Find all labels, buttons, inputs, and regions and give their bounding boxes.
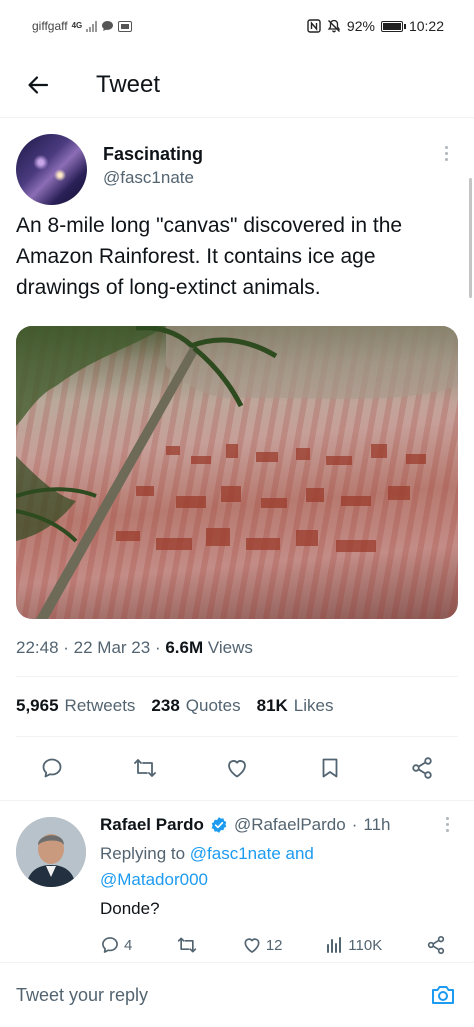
bookmark-icon xyxy=(322,758,337,778)
back-arrow-icon xyxy=(28,75,49,94)
top-app-bar: Tweet xyxy=(0,52,474,118)
heart-icon xyxy=(228,760,246,778)
battery-icon xyxy=(380,20,406,32)
reply-text: Donde? xyxy=(100,899,160,918)
reply-action-bar: 4 12 110K xyxy=(100,935,446,955)
status-right: 92% 10:22 xyxy=(307,18,444,34)
reply-author-handle[interactable]: @RafaelPardo xyxy=(234,815,346,835)
likes-label: Likes xyxy=(293,696,334,715)
person-photo xyxy=(16,817,86,887)
engagement-stats: 5,965 Retweets 238 Quotes 81K Likes xyxy=(16,696,333,716)
network-type: 4G xyxy=(71,21,83,30)
camera-icon xyxy=(432,986,454,1004)
author-name[interactable]: Fascinating xyxy=(103,144,203,165)
camera-button[interactable] xyxy=(428,980,458,1010)
mute-bell-icon xyxy=(327,19,341,33)
scrollbar[interactable] xyxy=(469,178,472,298)
reply-views-count: 110K xyxy=(348,936,383,954)
author-avatar[interactable] xyxy=(16,134,87,205)
reply-more-options-button[interactable] xyxy=(442,817,452,839)
retweet-icon xyxy=(177,937,197,953)
reply-icon xyxy=(102,937,118,953)
divider xyxy=(16,736,458,737)
tweet-action-bar xyxy=(16,746,458,790)
bookmark-button[interactable] xyxy=(312,750,348,786)
sim-card-icon xyxy=(118,20,133,32)
reply-time: 11h xyxy=(363,815,391,834)
status-bar: giffgaff 4G 92% 10:22 xyxy=(0,0,474,52)
meta-separator: · xyxy=(63,638,74,657)
share-icon xyxy=(412,757,432,779)
replying-to: Replying to @fasc1nate and @Matador000 xyxy=(100,841,400,893)
reply-tweet[interactable]: Rafael Pardo @RafaelPardo · 11h Replying… xyxy=(0,800,474,960)
reply-author-name[interactable]: Rafael Pardo xyxy=(100,815,204,835)
reply-views-button[interactable]: 110K xyxy=(326,936,382,954)
reply-header: Rafael Pardo @RafaelPardo · 11h xyxy=(100,815,390,835)
tweet-author: Fascinating @fasc1nate xyxy=(16,134,458,205)
meta-separator: · xyxy=(154,638,166,657)
reply-like-count: 12 xyxy=(265,936,283,954)
tweet-text: An 8-mile long "canvas" discovered in th… xyxy=(16,214,403,299)
tweet-time: 22:48 xyxy=(16,638,59,657)
rock-art-photo xyxy=(16,326,458,619)
reply-author-avatar[interactable] xyxy=(16,817,86,887)
back-button[interactable] xyxy=(18,65,58,105)
clock: 10:22 xyxy=(408,18,444,34)
meta-separator: · xyxy=(351,815,358,834)
retweet-button[interactable] xyxy=(127,750,163,786)
status-left: giffgaff 4G xyxy=(32,19,133,33)
share-button[interactable] xyxy=(404,750,440,786)
tweet-date: 22 Mar 23 xyxy=(73,638,151,657)
page-title: Tweet xyxy=(96,70,161,98)
reply-share-button[interactable] xyxy=(426,935,446,955)
views-label: Views xyxy=(207,638,253,657)
verified-badge-icon xyxy=(211,817,227,833)
carrier-label: giffgaff xyxy=(32,19,68,33)
retweets-label: Retweets xyxy=(64,696,136,715)
quotes-stat[interactable]: 238 Quotes xyxy=(151,696,240,716)
replying-prefix: Replying to xyxy=(100,844,186,863)
heart-icon xyxy=(244,938,260,953)
reply-icon xyxy=(42,758,62,778)
reply-like-button[interactable]: 12 xyxy=(242,935,283,955)
like-button[interactable] xyxy=(219,750,255,786)
signal-icon xyxy=(86,20,98,32)
reply-composer xyxy=(0,962,474,1027)
reply-reply-count: 4 xyxy=(124,936,133,954)
views-count: 6.6M xyxy=(165,638,204,657)
chat-bubble-icon xyxy=(102,21,114,31)
likes-count: 81K xyxy=(256,696,288,715)
retweets-count: 5,965 xyxy=(16,696,59,715)
author-handle[interactable]: @fasc1nate xyxy=(103,168,194,188)
reply-reply-button[interactable]: 4 xyxy=(100,935,132,955)
nfc-icon xyxy=(307,19,321,33)
reply-input[interactable] xyxy=(16,984,428,1006)
reply-retweet-button[interactable] xyxy=(176,935,198,955)
share-icon xyxy=(427,936,445,955)
bar-chart-icon xyxy=(327,937,342,953)
more-options-button[interactable] xyxy=(436,146,456,170)
reply-button[interactable] xyxy=(34,750,70,786)
quotes-count: 238 xyxy=(151,696,180,715)
retweets-stat[interactable]: 5,965 Retweets xyxy=(16,696,135,716)
quotes-label: Quotes xyxy=(185,696,241,715)
likes-stat[interactable]: 81K Likes xyxy=(257,696,334,716)
retweet-icon xyxy=(133,759,156,777)
divider xyxy=(16,676,458,677)
tweet-photo[interactable] xyxy=(16,326,458,619)
battery-percent: 92% xyxy=(346,18,375,34)
tweet-timestamp: 22:48 · 22 Mar 23 · 6.6M Views xyxy=(16,638,253,658)
